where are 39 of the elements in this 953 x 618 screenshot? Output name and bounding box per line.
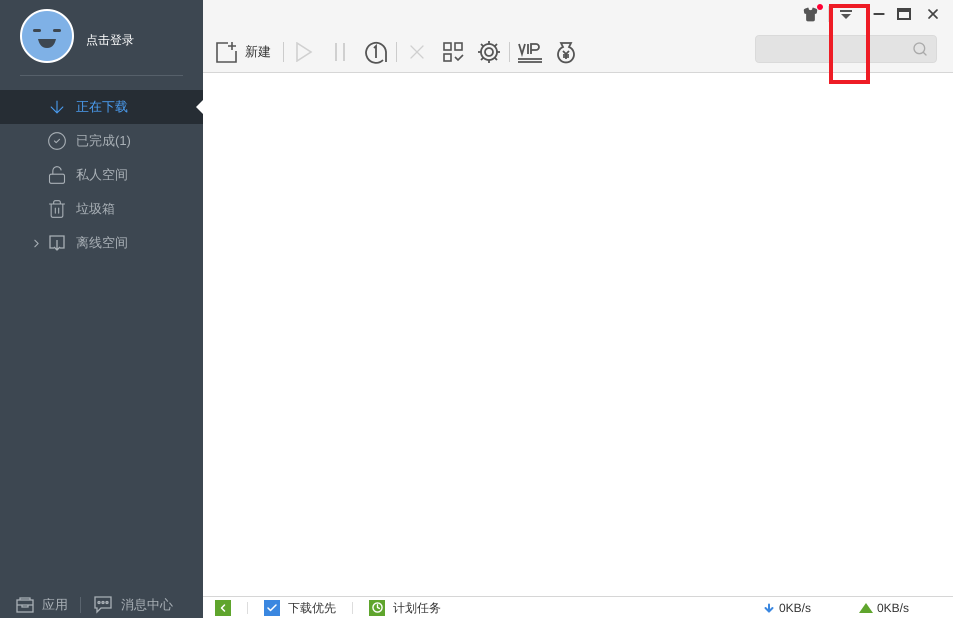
- avatar-icon: [20, 9, 74, 63]
- check-circle-icon: [47, 131, 67, 151]
- drawer-icon: [16, 597, 34, 613]
- vip-badge-icon: [517, 40, 543, 64]
- sidebar-item[interactable]: 私人空间: [0, 158, 203, 192]
- sidebar-item[interactable]: 已完成(1): [0, 124, 203, 158]
- collapse-button[interactable]: [215, 600, 231, 616]
- grid-check-icon: [442, 41, 464, 63]
- sidebar-item[interactable]: 离线空间: [0, 226, 203, 260]
- trash-icon: [47, 199, 67, 219]
- settings-icon: [477, 40, 501, 64]
- upload-speed: 0KB/s: [858, 598, 909, 616]
- footer-button[interactable]: 消息中心: [93, 595, 173, 615]
- new-file-icon: [215, 41, 237, 63]
- new-task-button[interactable]: 新建: [215, 41, 279, 63]
- dropdown-menu-icon[interactable]: [839, 7, 853, 21]
- login-link[interactable]: 点击登录: [86, 31, 134, 49]
- status-option[interactable]: 下载优先: [264, 598, 336, 616]
- footer-button[interactable]: 应用: [16, 595, 68, 615]
- upload-triangle-icon: [858, 602, 873, 612]
- skin-shirt-icon[interactable]: [803, 6, 818, 22]
- circle-one-icon: [364, 40, 388, 64]
- sidebar-item[interactable]: 垃圾箱: [0, 192, 203, 226]
- download-speed: 0KB/s: [762, 598, 811, 616]
- check-icon: [264, 600, 280, 616]
- chat-bubble-icon: [93, 596, 113, 614]
- close-icon[interactable]: [925, 6, 941, 22]
- status-option[interactable]: 计划任务: [369, 598, 441, 616]
- search-icon: [912, 41, 928, 57]
- sidebar-item[interactable]: 正在下载: [0, 90, 203, 124]
- monitor-download-icon: [47, 233, 67, 253]
- download-arrow-icon: [762, 602, 775, 614]
- lock-icon: [47, 165, 67, 185]
- clock-icon: [369, 600, 385, 616]
- maximize-icon[interactable]: [897, 8, 911, 20]
- pause-icon: [333, 42, 347, 62]
- play-icon: [295, 42, 313, 62]
- money-bag-icon: [554, 40, 578, 64]
- search-field[interactable]: [755, 35, 937, 63]
